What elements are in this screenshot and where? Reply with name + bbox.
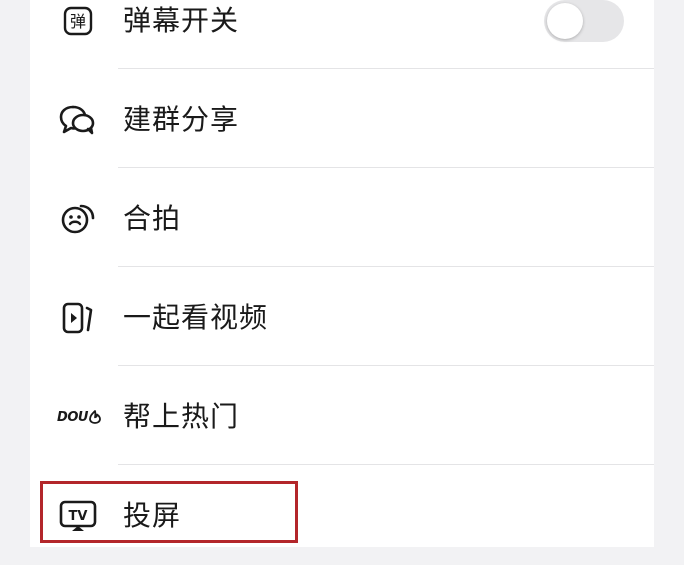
menu-item-watch-together[interactable]: 一起看视频 xyxy=(30,269,654,367)
menu-item-group-share[interactable]: 建群分享 xyxy=(30,71,654,169)
divider xyxy=(118,167,654,168)
menu-item-label: 弹幕开关 xyxy=(123,4,240,37)
divider xyxy=(118,266,654,267)
highlight-box xyxy=(40,481,298,543)
dou-plus-icon: DOU xyxy=(56,397,102,437)
danmaku-toggle[interactable] xyxy=(544,0,624,42)
menu-item-label: 建群分享 xyxy=(123,103,240,136)
menu-item-label: 合拍 xyxy=(123,202,182,235)
menu-item-dou-plus[interactable]: DOU 帮上热门 xyxy=(30,368,654,466)
duet-face-icon xyxy=(58,199,98,239)
chat-bubbles-icon xyxy=(58,100,98,140)
svg-text:弹: 弹 xyxy=(70,12,86,31)
share-menu-panel: 弹 弹幕开关 建群分享 合拍 一起看视频 DOU 帮上热门 TV 投屏 xyxy=(30,0,654,547)
toggle-knob xyxy=(547,3,583,39)
divider xyxy=(118,68,654,69)
dou-logo-text: DOU xyxy=(57,409,88,425)
menu-item-label: 一起看视频 xyxy=(123,301,269,334)
menu-item-label: 帮上热门 xyxy=(123,400,240,433)
danmaku-icon: 弹 xyxy=(58,1,98,41)
menu-item-duet[interactable]: 合拍 xyxy=(30,170,654,268)
divider xyxy=(118,464,654,465)
menu-item-danmaku[interactable]: 弹 弹幕开关 xyxy=(30,0,654,70)
divider xyxy=(118,365,654,366)
watch-together-icon xyxy=(58,298,98,338)
